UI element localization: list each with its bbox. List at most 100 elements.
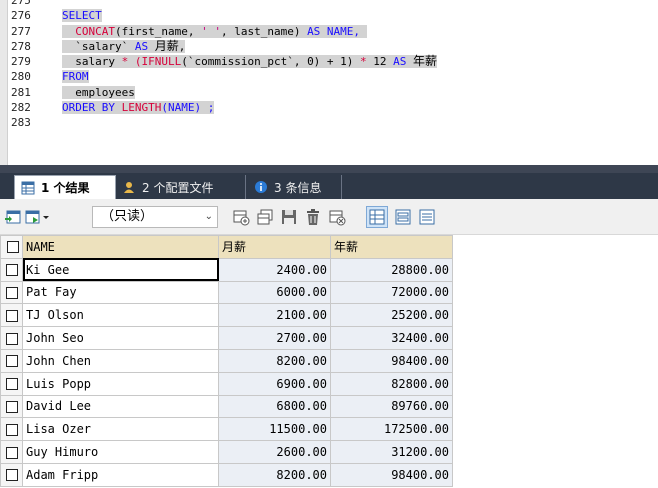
row-checkbox[interactable] [0, 417, 23, 442]
row-checkbox[interactable] [0, 440, 23, 464]
line-number-gutter: 275 276 277 278 279 280 281 282 283 [8, 0, 62, 165]
checkbox-icon [5, 423, 18, 436]
delete-icon[interactable] [304, 208, 322, 226]
row-checkbox[interactable] [0, 280, 23, 305]
cell-name[interactable]: TJ Olson [22, 303, 219, 328]
row-checkbox[interactable] [0, 462, 23, 487]
tab-profiles[interactable]: 2 个配置文件 [116, 175, 246, 199]
profile-icon [122, 180, 136, 194]
table-row[interactable]: TJ Olson 2100.00 25200.00 [0, 303, 453, 328]
code-line-281: employees [62, 85, 658, 100]
cell-annual-salary[interactable]: 32400.00 [330, 326, 453, 350]
tab-label: 2 个配置文件 [142, 180, 214, 195]
mode-select-value: （只读） [101, 209, 154, 224]
cell-monthly-salary[interactable]: 6900.00 [218, 371, 331, 396]
cell-monthly-salary[interactable]: 8200.00 [218, 348, 331, 373]
cell-monthly-salary[interactable]: 6000.00 [218, 280, 331, 305]
save-icon[interactable] [280, 208, 298, 226]
table-row[interactable]: Guy Himuro 2600.00 31200.00 [0, 440, 453, 464]
code-text: employees [62, 85, 135, 99]
code-text: (NAME) ; [161, 101, 215, 115]
code-text: salary [75, 55, 122, 69]
cell-monthly-salary[interactable]: 6800.00 [218, 394, 331, 419]
result-tab-bar: 1 个结果 2 个配置文件 3 条信息 [0, 173, 658, 199]
cell-name[interactable]: David Lee [22, 394, 219, 419]
cell-name[interactable]: Luis Popp [22, 371, 219, 396]
cell-name[interactable]: Guy Himuro [22, 440, 219, 464]
result-mode-select[interactable]: （只读） ⌄ [92, 206, 218, 228]
cell-annual-salary[interactable]: 25200.00 [330, 303, 453, 328]
cell-name[interactable]: Lisa Ozer [22, 417, 219, 442]
table-row[interactable]: John Chen 8200.00 98400.00 [0, 348, 453, 373]
table-row[interactable]: David Lee 6800.00 89760.00 [0, 394, 453, 419]
grid-view-icon[interactable] [366, 206, 388, 228]
result-grid[interactable]: NAME 月薪 年薪 Ki Gee 2400.00 28800.00 Pat F… [0, 235, 658, 488]
cell-annual-salary[interactable]: 72000.00 [330, 280, 453, 305]
column-header-name[interactable]: NAME [22, 235, 219, 259]
dropdown-export-icon[interactable] [24, 208, 54, 226]
cell-annual-salary[interactable]: 89760.00 [330, 394, 453, 419]
cell-annual-salary[interactable]: 98400.00 [330, 462, 453, 487]
sql-operator: * [360, 55, 374, 69]
line-number: 279 [11, 55, 31, 69]
sql-keyword: AS [307, 24, 321, 38]
select-all-checkbox[interactable] [0, 235, 23, 259]
tab-messages[interactable]: 3 条信息 [248, 175, 342, 199]
sql-string: ' ' [201, 24, 221, 38]
cell-name[interactable]: Pat Fay [22, 280, 219, 305]
table-row[interactable]: John Seo 2700.00 32400.00 [0, 326, 453, 350]
cell-monthly-salary[interactable]: 2100.00 [218, 303, 331, 328]
line-number: 281 [11, 85, 31, 99]
table-row[interactable]: Pat Fay 6000.00 72000.00 [0, 280, 453, 305]
cell-monthly-salary[interactable]: 2700.00 [218, 326, 331, 350]
row-checkbox[interactable] [0, 257, 23, 282]
code-line-282: ORDER BY LENGTH(NAME) ; [62, 100, 658, 115]
cell-annual-salary[interactable]: 82800.00 [330, 371, 453, 396]
code-area[interactable]: SELECT CONCAT(first_name, ' ', last_name… [62, 0, 658, 165]
table-row[interactable]: Adam Fripp 8200.00 98400.00 [0, 462, 453, 487]
sql-keyword: AS [393, 55, 407, 69]
code-text: (`commission_pct`, 0) + 1) [181, 55, 361, 69]
discard-icon[interactable] [328, 208, 346, 226]
cell-monthly-salary[interactable]: 2600.00 [218, 440, 331, 464]
row-checkbox[interactable] [0, 371, 23, 396]
cell-name[interactable]: Ki Gee [22, 257, 219, 282]
sql-editor[interactable]: 275 276 277 278 279 280 281 282 283 SELE… [0, 0, 658, 165]
row-checkbox[interactable] [0, 348, 23, 373]
line-number: 280 [11, 70, 31, 84]
add-row-icon[interactable] [232, 208, 250, 226]
row-checkbox[interactable] [0, 303, 23, 328]
export-icon[interactable] [4, 208, 22, 226]
cell-monthly-salary[interactable]: 2400.00 [218, 257, 331, 282]
column-header-monthly-salary[interactable]: 月薪 [218, 235, 331, 259]
cell-annual-salary[interactable]: 28800.00 [330, 257, 453, 282]
panel-splitter[interactable] [0, 165, 658, 173]
row-checkbox[interactable] [0, 326, 23, 350]
cell-annual-salary[interactable]: 172500.00 [330, 417, 453, 442]
checkbox-icon [5, 469, 18, 482]
editor-left-margin [0, 0, 8, 165]
code-line-277: CONCAT(first_name, ' ', last_name) AS NA… [62, 24, 658, 39]
text-view-icon[interactable] [418, 208, 436, 226]
tab-results[interactable]: 1 个结果 [14, 175, 116, 199]
table-row[interactable]: Luis Popp 6900.00 82800.00 [0, 371, 453, 396]
cell-name[interactable]: Adam Fripp [22, 462, 219, 487]
form-view-icon[interactable] [394, 208, 412, 226]
row-checkbox[interactable] [0, 394, 23, 419]
chevron-down-icon: ⌄ [204, 211, 213, 222]
cell-name[interactable]: John Chen [22, 348, 219, 373]
cell-monthly-salary[interactable]: 8200.00 [218, 462, 331, 487]
cell-name[interactable]: John Seo [22, 326, 219, 350]
table-row[interactable]: Lisa Ozer 11500.00 172500.00 [0, 417, 453, 442]
line-number: 282 [11, 101, 31, 115]
cell-annual-salary[interactable]: 31200.00 [330, 440, 453, 464]
code-trail [360, 25, 367, 38]
table-row[interactable]: Ki Gee 2400.00 28800.00 [0, 257, 453, 282]
cell-monthly-salary[interactable]: 11500.00 [218, 417, 331, 442]
cell-annual-salary[interactable]: 98400.00 [330, 348, 453, 373]
duplicate-row-icon[interactable] [256, 208, 274, 226]
sql-function: IFNULL [141, 55, 182, 69]
code-line-276: SELECT [62, 8, 658, 23]
column-header-annual-salary[interactable]: 年薪 [330, 235, 453, 259]
